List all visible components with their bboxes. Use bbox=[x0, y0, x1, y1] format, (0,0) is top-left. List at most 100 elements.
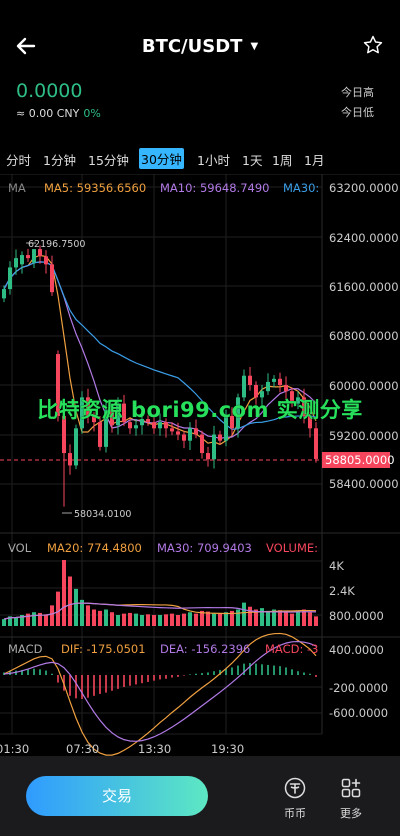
volume-bar bbox=[158, 615, 162, 626]
candle-body bbox=[194, 428, 198, 435]
volume-bar bbox=[140, 615, 144, 626]
pair-selector[interactable]: BTC/USDT ▼ bbox=[0, 36, 400, 57]
volume-bar bbox=[242, 602, 246, 626]
candle-body bbox=[2, 289, 6, 299]
cny-value: ≈ 0.00 CNY bbox=[16, 107, 80, 120]
macd-tick: -600.0000 bbox=[329, 706, 388, 720]
volume-series bbox=[2, 560, 318, 626]
chevron-down-icon: ▼ bbox=[250, 41, 259, 52]
tab-1week[interactable]: 1周 bbox=[272, 150, 292, 169]
volume-bar bbox=[56, 591, 60, 626]
more-button-label: 更多 bbox=[340, 807, 362, 820]
volume-bar bbox=[14, 617, 18, 626]
candle-body bbox=[8, 267, 12, 290]
ma30-legend: MA30: bbox=[283, 181, 319, 195]
price-tick: 59200.0000 bbox=[329, 429, 399, 443]
candlestick-series bbox=[2, 245, 318, 507]
volume-bar bbox=[122, 613, 126, 626]
volume-bar bbox=[116, 615, 120, 626]
ma-legend-label: MA bbox=[8, 181, 26, 195]
volume-bar bbox=[218, 612, 222, 626]
candle-body bbox=[44, 256, 48, 265]
time-tick: 01:30 bbox=[0, 742, 29, 756]
dea-legend: DEA: -156.2396 bbox=[160, 642, 250, 656]
today-high-label: 今日高 bbox=[341, 86, 374, 99]
tab-1day[interactable]: 1天 bbox=[242, 150, 262, 169]
candle-body bbox=[98, 422, 102, 447]
volume-bar bbox=[50, 605, 54, 626]
volume-bar bbox=[314, 616, 318, 626]
change-percent: 0% bbox=[83, 107, 101, 120]
macd-histogram bbox=[3, 663, 317, 699]
volume-bar bbox=[248, 606, 252, 626]
price-tick: 62400.0000 bbox=[329, 231, 399, 245]
volume-bar bbox=[170, 613, 174, 626]
candle-body bbox=[182, 434, 186, 441]
volume-bar bbox=[236, 609, 240, 626]
volume-bar bbox=[98, 610, 102, 626]
volume-bar bbox=[32, 612, 36, 626]
macd-legend-label: MACD bbox=[8, 642, 43, 656]
ma10-legend: MA10: 59648.7490 bbox=[160, 181, 269, 195]
last-price: 0.0000 bbox=[16, 80, 83, 102]
price-tick: 61600.0000 bbox=[329, 280, 399, 294]
macd-tick: 400.0000 bbox=[329, 643, 384, 657]
volume-bar bbox=[212, 613, 216, 626]
dea-line bbox=[3, 640, 317, 742]
current-price-label: 58805.0000 bbox=[325, 453, 395, 467]
pair-title: BTC/USDT bbox=[141, 36, 243, 57]
volume-bar bbox=[80, 599, 84, 626]
volume-bar bbox=[206, 611, 210, 626]
volume-bar bbox=[164, 614, 168, 626]
tab-timeline[interactable]: 分时 bbox=[6, 150, 31, 169]
volume-bar bbox=[92, 609, 96, 626]
volume-bar bbox=[44, 614, 48, 626]
star-outline-icon[interactable] bbox=[362, 34, 384, 56]
vol-ma20-legend: MA20: 774.4800 bbox=[47, 541, 142, 555]
candle-body bbox=[266, 381, 270, 392]
volume-bar bbox=[128, 612, 132, 626]
volume-legend: VOLUME: bbox=[266, 541, 318, 555]
volume-bar bbox=[188, 612, 192, 626]
candle-body bbox=[38, 249, 42, 257]
time-tick: 07:30 bbox=[66, 742, 99, 756]
candle-body bbox=[176, 431, 180, 435]
volume-bar bbox=[290, 613, 294, 626]
price-tick: 60800.0000 bbox=[329, 329, 399, 343]
tab-1hour[interactable]: 1小时 bbox=[197, 150, 230, 169]
volume-bar bbox=[134, 613, 138, 626]
price-tick: 63200.0000 bbox=[329, 181, 399, 195]
volume-bar bbox=[86, 605, 90, 626]
volume-bar bbox=[194, 613, 198, 626]
candle-body bbox=[188, 428, 192, 441]
spot-button[interactable]: 币币 bbox=[271, 776, 319, 821]
candle-body bbox=[284, 385, 288, 392]
today-low-label: 今日低 bbox=[341, 106, 374, 119]
candle-body bbox=[248, 375, 252, 385]
tab-1min[interactable]: 1分钟 bbox=[43, 150, 76, 169]
volume-bar bbox=[296, 610, 300, 626]
time-tick: 13:30 bbox=[138, 742, 171, 756]
trade-button[interactable]: 交易 bbox=[26, 776, 208, 816]
vol-tick: 2.4K bbox=[329, 584, 355, 598]
volume-bar bbox=[308, 612, 312, 626]
candle-body bbox=[212, 434, 216, 460]
high-marker-label: 62196.7500 bbox=[28, 239, 85, 250]
vol-tick: 4K bbox=[329, 559, 344, 573]
tab-1month[interactable]: 1月 bbox=[304, 150, 324, 169]
spot-button-label: 币币 bbox=[284, 807, 306, 820]
candle-body bbox=[278, 378, 282, 385]
kline-chart[interactable]: MA MA5: 59356.6560 MA10: 59648.7490 MA30… bbox=[0, 174, 400, 756]
more-button[interactable]: 更多 bbox=[327, 776, 375, 821]
volume-bar bbox=[104, 609, 108, 626]
price-cny: ≈ 0.00 CNY 0% bbox=[16, 107, 101, 120]
volume-bar bbox=[260, 608, 264, 626]
candle-body bbox=[170, 428, 174, 432]
tab-15min[interactable]: 15分钟 bbox=[88, 150, 129, 169]
tab-30min[interactable]: 30分钟 bbox=[139, 148, 184, 169]
volume-bar bbox=[2, 619, 6, 626]
macd-tick: -200.0000 bbox=[329, 681, 388, 695]
volume-bar bbox=[74, 588, 78, 626]
candle-body bbox=[314, 428, 318, 459]
candle-body bbox=[200, 434, 204, 454]
